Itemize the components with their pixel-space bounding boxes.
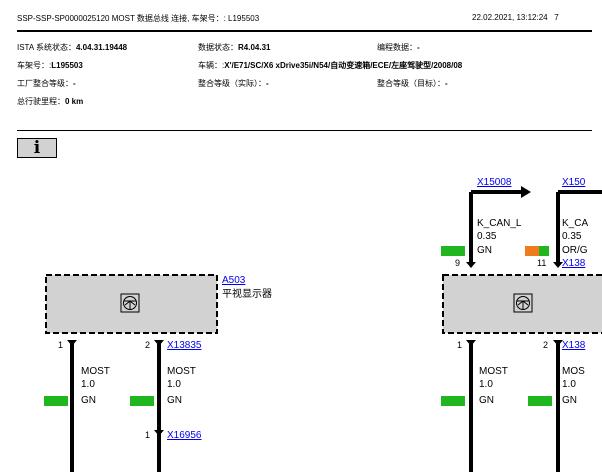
wire-left-2-color: GN [167,395,182,406]
wire-kcan-1-signal: K_CAN_L [477,218,522,229]
pin-label-left-2: 2 [145,340,150,350]
pin-label-right-11: 11 [537,258,546,268]
wire-color-swatch-left-2 [130,396,154,406]
wire-color-swatch-kcan-2-or [525,246,539,256]
pin-marker-left-1 [67,340,77,346]
wire-left-2-gauge: 1.0 [167,379,181,390]
connector-link-x138-top[interactable]: X138 [562,258,586,269]
wire-right-1-color: GN [479,395,494,406]
component-link[interactable]: A503 [222,275,246,286]
wire-color-swatch-right-2 [528,396,552,406]
pin-label-right-9: 9 [455,258,460,268]
wire-right-2-color: GN [562,395,577,406]
wire-kcan-2-color: OR/G [562,245,588,256]
pin-marker-right-9 [466,262,476,268]
connector-link-x150[interactable]: X150 [562,177,586,188]
wire-left-2-signal: MOST [167,366,196,377]
wire-left-1-color: GN [81,395,96,406]
pin-marker-left-2 [154,340,164,346]
wire-kcan-1-gauge: 0.35 [477,231,497,242]
pin-marker-right-1 [466,340,476,346]
wire-kcan-1-color: GN [477,245,492,256]
wire-kcan-2-signal: K_CA [562,218,588,229]
pin-label-left-lower: 1 [145,430,150,440]
wire-color-swatch-left-1 [44,396,68,406]
wire-left-1-gauge: 1.0 [81,379,95,390]
wire-right-1-gauge: 1.0 [479,379,493,390]
pin-label-left-1: 1 [58,340,63,350]
wire-kcan-2-gauge: 0.35 [562,231,582,242]
pin-label-right-2: 2 [543,340,548,350]
connector-link-x138-lower[interactable]: X138 [562,340,586,351]
connector-link-x15008[interactable]: X15008 [477,177,512,188]
wire-color-swatch-kcan-1 [441,246,465,256]
wire-left-1-signal: MOST [81,366,110,377]
wire-right-2-gauge: 1.0 [562,379,576,390]
module-box-left[interactable] [45,274,218,334]
wire-color-swatch-right-1 [441,396,465,406]
pin-marker-left-lower [154,430,164,436]
pin-label-right-1: 1 [457,340,462,350]
wire-color-swatch-kcan-2-gn [539,246,549,256]
bus-arrow-head [521,186,531,198]
component-name: 平视显示器 [222,287,272,300]
wire-right-2-signal: MOS [562,366,585,377]
wire-right-1-signal: MOST [479,366,508,377]
wiring-diagram: A503 平视显示器 1 2 X13835 MOST 1.0 GN MOST 1… [44,177,602,472]
connector-link-x16956[interactable]: X16956 [167,430,202,441]
connector-link-x13835[interactable]: X13835 [167,340,202,351]
